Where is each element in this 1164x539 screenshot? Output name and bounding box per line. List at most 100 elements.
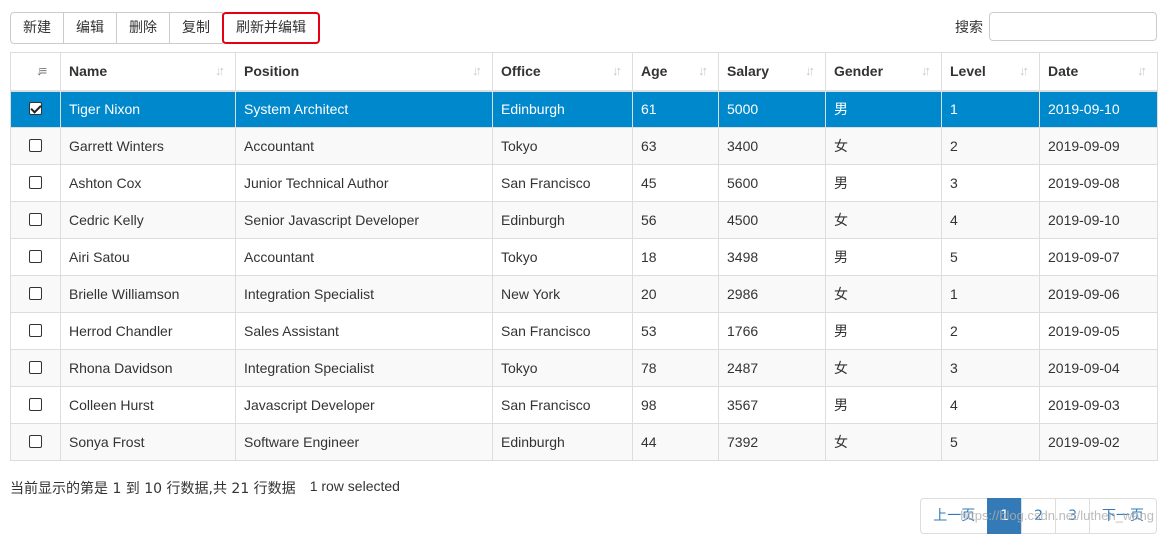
page-link-3[interactable]: 3 <box>1055 498 1090 534</box>
cell-position: Integration Specialist <box>235 349 493 387</box>
search-input[interactable] <box>989 12 1157 41</box>
cell-name: Sonya Frost <box>60 423 236 461</box>
row-select-cell[interactable] <box>10 312 61 350</box>
cell-position: Accountant <box>235 238 493 276</box>
cell-age: 63 <box>632 127 719 165</box>
table-row[interactable]: Herrod Chandler Sales Assistant San Franci… <box>10 312 1158 350</box>
cell-position: System Architect <box>235 90 493 128</box>
cell-level: 5 <box>941 238 1040 276</box>
column-header-level[interactable]: Level ↓↑ <box>941 52 1040 92</box>
table-info: 当前显示的第是 1 到 10 行数据,共 21 行数据 1 row select… <box>10 478 400 498</box>
cell-salary: 3567 <box>718 386 826 424</box>
row-select-cell[interactable] <box>10 423 61 461</box>
refresh-and-edit-button[interactable]: 刷新并编辑 <box>222 12 320 44</box>
cell-gender: 女 <box>825 127 942 165</box>
table-row[interactable]: Brielle Williamson Integration Specialist… <box>10 275 1158 313</box>
row-checkbox[interactable] <box>29 102 42 116</box>
sort-asc-icon[interactable]: ↓≡ <box>36 63 50 79</box>
row-select-cell[interactable] <box>10 90 61 128</box>
column-label: Gender <box>834 63 884 80</box>
cell-salary: 5000 <box>718 90 826 128</box>
column-header-position[interactable]: Position ↓↑ <box>235 52 493 92</box>
cell-date: 2019-09-10 <box>1039 90 1158 128</box>
cell-age: 53 <box>632 312 719 350</box>
row-checkbox[interactable] <box>29 138 42 152</box>
search-label: 搜索 <box>955 19 983 36</box>
sort-icon[interactable]: ↓↑ <box>805 63 819 79</box>
cell-salary: 7392 <box>718 423 826 461</box>
cell-office: Edinburgh <box>492 90 633 128</box>
cell-level: 4 <box>941 201 1040 239</box>
pagination: 上一页 1 2 3 下一页 <box>920 498 1157 534</box>
search-box: 搜索 <box>955 12 1157 41</box>
sort-icon[interactable]: ↓↑ <box>215 63 229 79</box>
table-row[interactable]: Airi Satou Accountant Tokyo 18 3498 男 5 2019-09… <box>10 238 1158 276</box>
row-select-cell[interactable] <box>10 201 61 239</box>
pagination-summary: 当前显示的第是 1 到 10 行数据,共 21 行数据 <box>10 481 296 497</box>
page-link-1[interactable]: 1 <box>987 498 1023 534</box>
sort-icon[interactable]: ↓↑ <box>472 63 486 79</box>
sort-icon[interactable]: ↓↑ <box>1137 63 1151 79</box>
row-select-cell[interactable] <box>10 386 61 424</box>
column-label: Level <box>950 63 986 80</box>
table-row[interactable]: Colleen Hurst Javascript Developer San Fra… <box>10 386 1158 424</box>
cell-name: Rhona Davidson <box>60 349 236 387</box>
cell-name: Brielle Williamson <box>60 275 236 313</box>
cell-position: Sales Assistant <box>235 312 493 350</box>
row-checkbox[interactable] <box>29 323 42 337</box>
row-select-cell[interactable] <box>10 127 61 165</box>
copy-button[interactable]: 复制 <box>169 12 223 44</box>
row-checkbox[interactable] <box>29 212 42 226</box>
column-header-date[interactable]: Date ↓↑ <box>1039 52 1158 92</box>
row-select-cell[interactable] <box>10 164 61 202</box>
cell-level: 1 <box>941 275 1040 313</box>
cell-salary: 3498 <box>718 238 826 276</box>
cell-office: Tokyo <box>492 127 633 165</box>
column-header-gender[interactable]: Gender ↓↑ <box>825 52 942 92</box>
table-row[interactable]: Tiger Nixon System Architect Edinburgh 61 50… <box>10 90 1158 128</box>
cell-gender: 男 <box>825 238 942 276</box>
column-header-name[interactable]: Name ↓↑ <box>60 52 236 92</box>
row-checkbox[interactable] <box>29 286 42 300</box>
row-checkbox[interactable] <box>29 360 42 374</box>
table-row[interactable]: Garrett Winters Accountant Tokyo 63 3400 女 2 20… <box>10 127 1158 165</box>
row-checkbox[interactable] <box>29 249 42 263</box>
cell-age: 45 <box>632 164 719 202</box>
toolbar: 新建 编辑 删除 复制 刷新并编辑 <box>10 12 320 44</box>
row-checkbox[interactable] <box>29 397 42 411</box>
column-header-age[interactable]: Age ↓↑ <box>632 52 719 92</box>
page-link-2[interactable]: 2 <box>1021 498 1057 534</box>
row-checkbox[interactable] <box>29 175 42 189</box>
sort-icon[interactable]: ↓↑ <box>612 63 626 79</box>
cell-age: 61 <box>632 90 719 128</box>
prev-page-link[interactable]: 上一页 <box>920 498 989 534</box>
next-page-link[interactable]: 下一页 <box>1089 498 1157 534</box>
table-row[interactable]: Ashton Cox Junior Technical Author San Fra… <box>10 164 1158 202</box>
sort-icon[interactable]: ↓↑ <box>921 63 935 79</box>
column-label: Age <box>641 63 668 80</box>
sort-icon[interactable]: ↓↑ <box>698 63 712 79</box>
new-button[interactable]: 新建 <box>10 12 64 44</box>
cell-salary: 1766 <box>718 312 826 350</box>
cell-date: 2019-09-07 <box>1039 238 1158 276</box>
select-all-header[interactable]: ↓≡ <box>10 52 61 92</box>
cell-date: 2019-09-10 <box>1039 201 1158 239</box>
sort-icon[interactable]: ↓↑ <box>1019 63 1033 79</box>
cell-salary: 2986 <box>718 275 826 313</box>
edit-button[interactable]: 编辑 <box>63 12 117 44</box>
table-header-row: ↓≡ Name ↓↑ Position ↓↑ Office ↓↑ Age ↓↑ Sala… <box>10 52 1158 92</box>
row-select-cell[interactable] <box>10 275 61 313</box>
cell-age: 98 <box>632 386 719 424</box>
column-header-office[interactable]: Office ↓↑ <box>492 52 633 92</box>
cell-gender: 女 <box>825 349 942 387</box>
table-row[interactable]: Cedric Kelly Senior Javascript Developer E… <box>10 201 1158 239</box>
table-row[interactable]: Rhona Davidson Integration Specialist Toky… <box>10 349 1158 387</box>
row-checkbox[interactable] <box>29 434 42 448</box>
column-header-salary[interactable]: Salary ↓↑ <box>718 52 826 92</box>
cell-name: Cedric Kelly <box>60 201 236 239</box>
row-select-cell[interactable] <box>10 349 61 387</box>
delete-button[interactable]: 删除 <box>116 12 170 44</box>
table-row[interactable]: Sonya Frost Software Engineer Edinburgh 44 7… <box>10 423 1158 461</box>
cell-name: Tiger Nixon <box>60 90 236 128</box>
row-select-cell[interactable] <box>10 238 61 276</box>
